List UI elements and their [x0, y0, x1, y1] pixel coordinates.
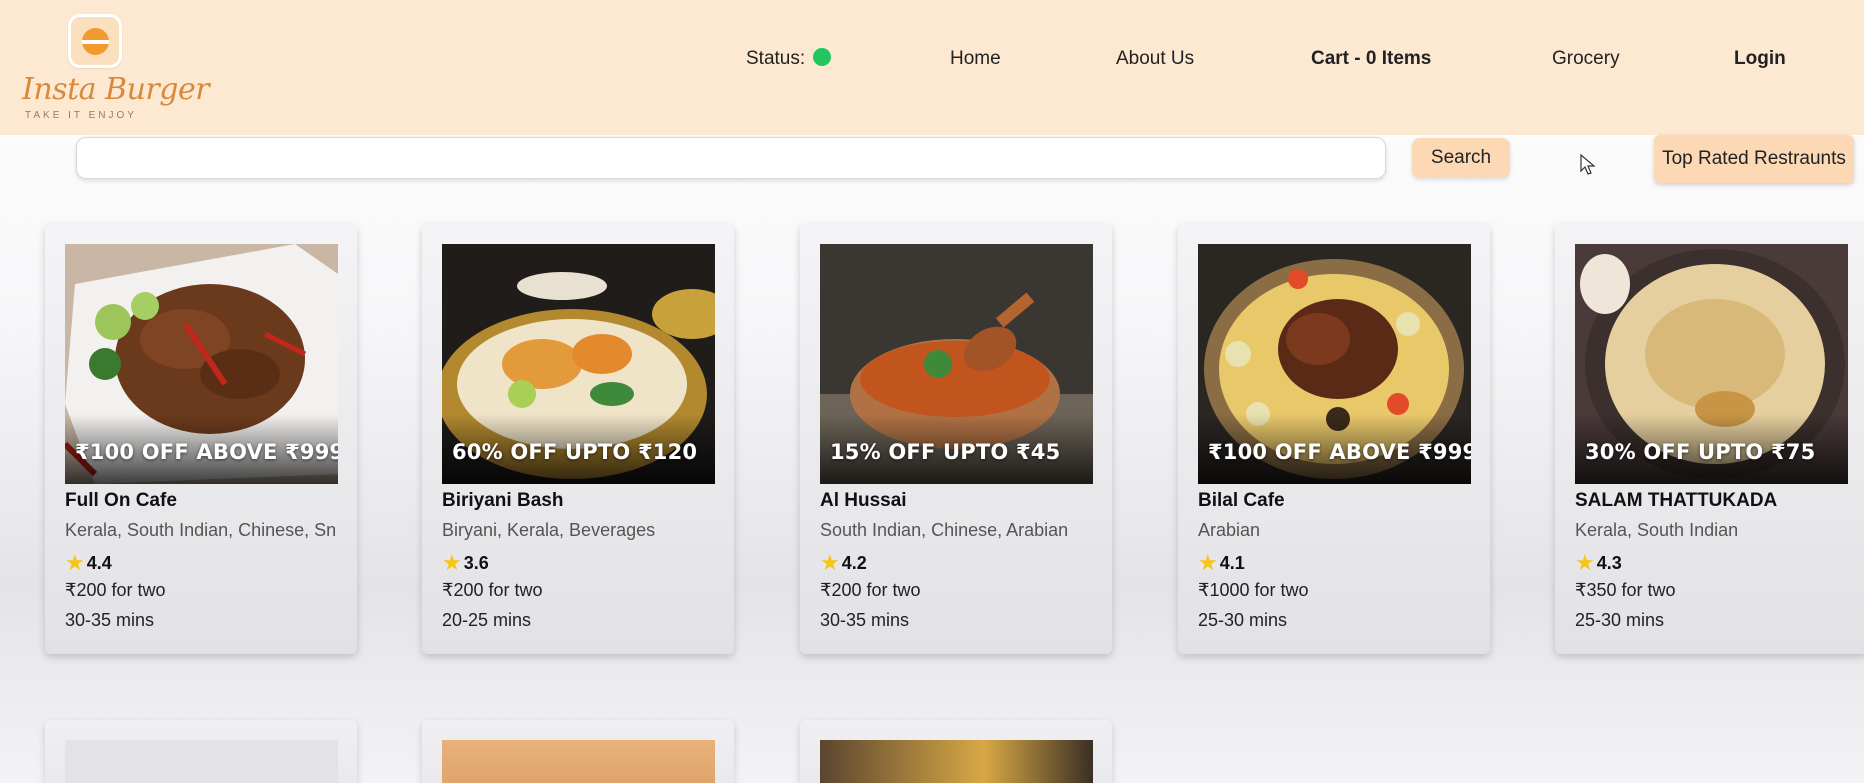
offer-label: 15% OFF UPTO ₹45: [830, 440, 1061, 464]
star-icon: ★: [1198, 550, 1218, 575]
restaurant-rating: ★ 4.2: [820, 550, 867, 576]
restaurant-image: 60% OFF UPTO ₹120: [442, 244, 715, 484]
restaurant-card[interactable]: [45, 720, 357, 783]
status-dot-icon: [813, 48, 832, 66]
offer-label: 30% OFF UPTO ₹75: [1585, 440, 1816, 464]
star-icon: ★: [442, 550, 462, 575]
restaurant-cost: ₹200 for two: [442, 580, 543, 600]
restaurant-name: SALAM THATTUKADA: [1575, 490, 1778, 511]
search-button[interactable]: Search: [1412, 138, 1510, 178]
status-indicator: Status:: [746, 48, 832, 70]
nav-home[interactable]: Home: [950, 48, 1001, 70]
restaurant-rating: ★ 4.1: [1198, 550, 1245, 576]
search-input[interactable]: [76, 137, 1386, 179]
restaurant-image: [820, 740, 1093, 783]
restaurant-cuisines: Biryani, Kerala, Beverages: [442, 520, 656, 540]
restaurant-cost: ₹200 for two: [65, 580, 166, 600]
restaurant-rating: ★ 3.6: [442, 550, 489, 576]
restaurant-cuisines: Kerala, South Indian, Chinese, Sn: [65, 520, 337, 540]
restaurant-cuisines: Kerala, South Indian: [1575, 520, 1739, 540]
restaurant-card[interactable]: 60% OFF UPTO ₹120 Biriyani Bash Biryani,…: [422, 224, 734, 654]
restaurant-name: Biriyani Bash: [442, 490, 564, 511]
restaurant-cost: ₹200 for two: [820, 580, 921, 600]
restaurant-image: ₹100 OFF ABOVE ₹999: [1198, 244, 1471, 484]
delivery-time: 25-30 mins: [1575, 610, 1665, 630]
nav-login[interactable]: Login: [1734, 48, 1786, 70]
rating-value: 3.6: [463, 553, 489, 573]
delivery-time: 25-30 mins: [1198, 610, 1288, 630]
restaurant-card[interactable]: ₹100 OFF ABOVE ₹999 Bilal Cafe Arabian ★…: [1178, 224, 1490, 654]
restaurant-card[interactable]: 30% OFF UPTO ₹75 SALAM THATTUKADA Kerala…: [1555, 224, 1864, 654]
restaurant-rating: ★ 4.3: [1575, 550, 1622, 576]
star-icon: ★: [820, 550, 840, 575]
restaurant-card[interactable]: ₹100 OFF ABOVE ₹999 Full On Cafe Kerala,…: [45, 224, 357, 654]
rating-value: 4.1: [1219, 553, 1245, 573]
restaurant-image: [65, 740, 338, 783]
burger-icon: [68, 14, 122, 68]
restaurant-cuisines: South Indian, Chinese, Arabian: [820, 520, 1069, 540]
restaurant-card[interactable]: [422, 720, 734, 783]
restaurant-cuisines: Arabian: [1198, 520, 1261, 540]
restaurant-rating: ★ 4.4: [65, 550, 112, 576]
rating-value: 4.2: [841, 553, 867, 573]
delivery-time: 30-35 mins: [65, 610, 155, 630]
rating-value: 4.3: [1596, 553, 1622, 573]
restaurant-image: [442, 740, 715, 783]
offer-label: ₹100 OFF ABOVE ₹999: [75, 440, 338, 464]
header: Insta Burger TAKE IT ENJOY Status: Home …: [0, 0, 1864, 135]
delivery-time: 20-25 mins: [442, 610, 532, 630]
star-icon: ★: [65, 550, 85, 575]
restaurant-image: ₹100 OFF ABOVE ₹999: [65, 244, 338, 484]
star-icon: ★: [1575, 550, 1595, 575]
top-rated-button[interactable]: Top Rated Restraunts: [1654, 135, 1854, 183]
restaurant-card[interactable]: 15% OFF UPTO ₹45 Al Hussai South Indian,…: [800, 224, 1112, 654]
restaurant-name: Bilal Cafe: [1198, 490, 1285, 511]
logo[interactable]: Insta Burger TAKE IT ENJOY: [22, 12, 210, 121]
nav-grocery[interactable]: Grocery: [1552, 48, 1620, 70]
restaurant-cost: ₹350 for two: [1575, 580, 1676, 600]
restaurant-image: 30% OFF UPTO ₹75: [1575, 244, 1848, 484]
status-label: Status:: [746, 48, 806, 69]
logo-name: Insta Burger: [22, 72, 210, 107]
mouse-cursor-icon: [1580, 154, 1596, 175]
restaurant-card[interactable]: [800, 720, 1112, 783]
restaurant-name: Al Hussai: [820, 490, 907, 511]
restaurant-name: Full On Cafe: [65, 490, 177, 511]
offer-label: ₹100 OFF ABOVE ₹999: [1208, 440, 1471, 464]
logo-tagline: TAKE IT ENJOY: [25, 110, 137, 121]
rating-value: 4.4: [86, 553, 112, 573]
delivery-time: 30-35 mins: [820, 610, 910, 630]
nav-about-us[interactable]: About Us: [1116, 48, 1194, 70]
nav-cart[interactable]: Cart - 0 Items: [1311, 48, 1431, 70]
restaurant-image: 15% OFF UPTO ₹45: [820, 244, 1093, 484]
offer-label: 60% OFF UPTO ₹120: [452, 440, 698, 464]
restaurant-cost: ₹1000 for two: [1198, 580, 1309, 600]
